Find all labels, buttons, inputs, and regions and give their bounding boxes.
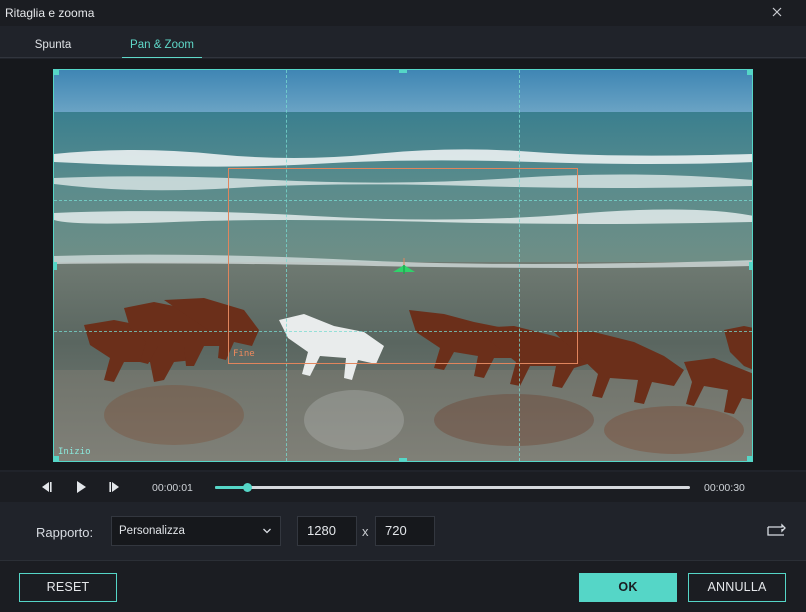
play-icon[interactable] [73, 479, 89, 495]
height-input[interactable]: 720 [375, 516, 435, 546]
start-region-label: Inizio [58, 447, 91, 457]
dimension-separator: x [362, 524, 369, 539]
crop-zoom-dialog: Ritaglia e zooma Spunta Pan & Zoom Fine … [0, 0, 806, 612]
resize-handle[interactable] [399, 458, 407, 461]
reset-button[interactable]: RESET [19, 573, 117, 602]
motion-arrow-icon [393, 258, 415, 274]
tab-spunta[interactable]: Spunta [17, 28, 89, 58]
swap-dimensions-icon[interactable] [765, 522, 787, 540]
timeline-slider[interactable] [215, 483, 690, 492]
ratio-select[interactable]: Personalizza [111, 516, 281, 546]
ratio-selected-value: Personalizza [119, 525, 185, 537]
window-title: Ritaglia e zooma [5, 6, 95, 20]
chevron-down-icon [263, 528, 271, 534]
crop-frame[interactable]: Fine Inizio [53, 69, 753, 462]
title-bar: Ritaglia e zooma [0, 0, 806, 26]
previous-frame-icon[interactable] [38, 479, 54, 495]
resize-handle[interactable] [749, 262, 752, 270]
next-frame-icon[interactable] [107, 479, 123, 495]
player-controls: 00:00:01 00:00:30 [0, 472, 806, 502]
tab-pan-zoom[interactable]: Pan & Zoom [122, 28, 202, 58]
resize-handle[interactable] [54, 262, 57, 270]
timeline-thumb[interactable] [243, 483, 253, 492]
resize-handle[interactable] [747, 456, 752, 461]
tab-bar: Spunta Pan & Zoom [0, 28, 806, 58]
total-time: 00:00:30 [704, 482, 745, 494]
resize-handle[interactable] [54, 70, 59, 75]
width-input[interactable]: 1280 [297, 516, 357, 546]
video-preview: Fine Inizio [0, 59, 806, 470]
close-icon[interactable] [768, 3, 786, 21]
resize-handle[interactable] [399, 70, 407, 73]
cancel-button[interactable]: ANNULLA [688, 573, 786, 602]
ratio-label: Rapporto: [36, 525, 94, 540]
ok-button[interactable]: OK [579, 573, 677, 602]
current-time: 00:00:01 [152, 482, 193, 494]
dialog-footer: RESET OK ANNULLA [0, 560, 806, 612]
resize-handle[interactable] [747, 70, 752, 75]
ratio-settings: Rapporto: Personalizza 1280 x 720 [0, 503, 806, 559]
end-region-label: Fine [233, 349, 255, 359]
